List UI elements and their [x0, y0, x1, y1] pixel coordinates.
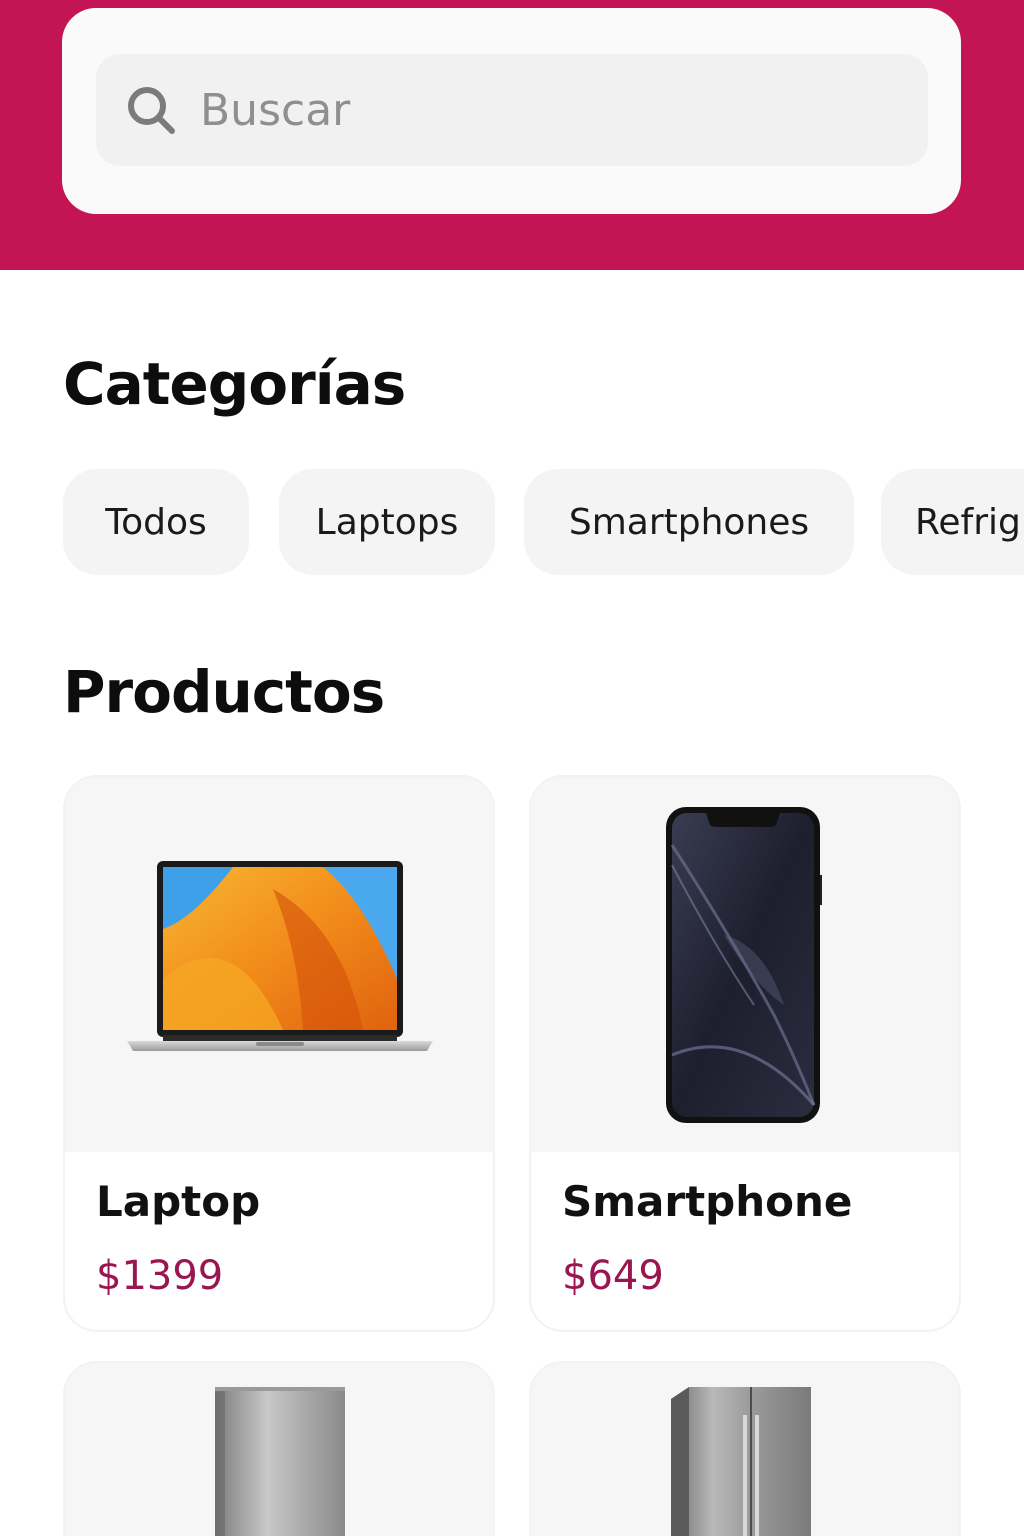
- categories-title: Categorías: [63, 350, 406, 418]
- product-card-laptop[interactable]: Laptop $1399: [63, 775, 495, 1332]
- products-title: Productos: [63, 658, 385, 726]
- refrigerator-image: [215, 1387, 345, 1536]
- product-image-area: [531, 1363, 959, 1536]
- category-chip-laptops[interactable]: Laptops: [279, 469, 495, 575]
- product-name: Laptop: [96, 1177, 261, 1226]
- category-chip-smartphones[interactable]: Smartphones: [524, 469, 854, 575]
- header: [0, 0, 1024, 270]
- search-input[interactable]: [200, 78, 900, 142]
- product-card-refrigerator[interactable]: [63, 1361, 495, 1536]
- smartphone-image: [666, 807, 822, 1123]
- product-image-area: [531, 777, 959, 1152]
- product-card-smartphone[interactable]: Smartphone $649: [529, 775, 961, 1332]
- product-image-area: [65, 777, 493, 1152]
- side-by-side-refrigerator-image: [671, 1387, 811, 1536]
- product-card-side-by-side-refrigerator[interactable]: [529, 1361, 961, 1536]
- product-image-area: [65, 1363, 493, 1536]
- product-price: $649: [562, 1253, 664, 1299]
- laptop-image: [127, 861, 433, 1051]
- category-chip-todos[interactable]: Todos: [63, 469, 249, 575]
- search-icon: [128, 87, 175, 134]
- search-card: [62, 8, 961, 214]
- category-chip-refrigeradores[interactable]: Refrig: [881, 469, 1024, 575]
- page: Categorías Todos Laptops Smartphones Ref…: [0, 0, 1024, 1536]
- product-price: $1399: [96, 1253, 224, 1299]
- product-name: Smartphone: [562, 1177, 853, 1226]
- category-chips: Todos Laptops Smartphones Refrig: [63, 469, 1024, 575]
- search-box[interactable]: [96, 54, 928, 166]
